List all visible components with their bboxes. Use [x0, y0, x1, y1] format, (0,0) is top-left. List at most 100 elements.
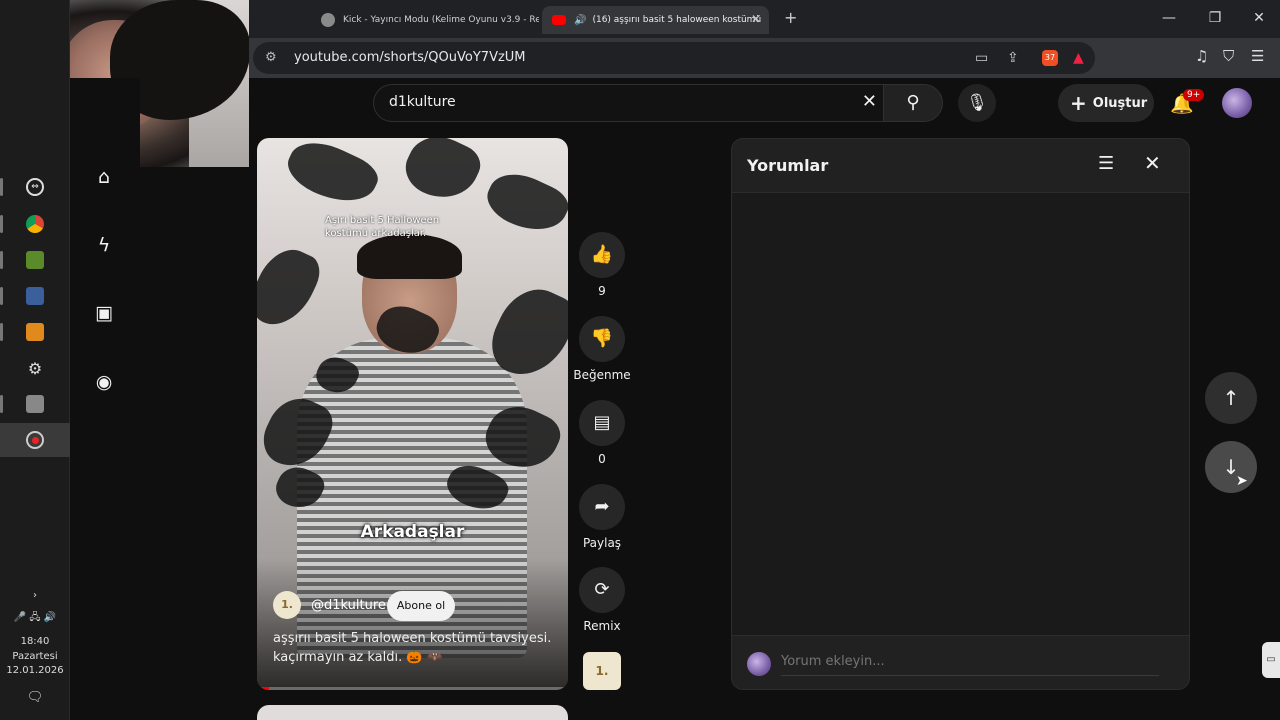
youtube-icon	[552, 15, 566, 25]
menu-icon[interactable]: ☰	[1251, 47, 1264, 65]
home-icon[interactable]: ⌂	[92, 165, 116, 189]
share-arrow-icon[interactable]: ➦	[579, 484, 625, 530]
comment-icon[interactable]: ▤	[579, 400, 625, 446]
tab-youtube[interactable]: 🔊 (16) aşşırıı basit 5 haloween kostümü …	[542, 6, 769, 34]
subscribe-button[interactable]: Abone ol	[387, 591, 455, 621]
address-bar[interactable]: ⚙ youtube.com/shorts/QOuVoY7VzUM ▭ ⇪ 37 …	[253, 42, 1095, 74]
remote-desktop-icon: ⇔	[26, 178, 44, 196]
browser-tab-bar: Kick - Yayıncı Modu (Kelime Oyunu v3.9 -…	[249, 0, 1280, 38]
new-tab-button[interactable]: +	[784, 8, 797, 27]
taskbar-app-chrome[interactable]	[0, 207, 70, 241]
tray-icons[interactable]: 🎤 🖧 🔊	[0, 610, 70, 627]
tab-close-icon[interactable]: ✕	[751, 12, 761, 26]
brave-shields-icon[interactable]: 37	[1042, 50, 1058, 66]
comment-input[interactable]	[781, 654, 1159, 676]
tab-title: Kick - Yayıncı Modu (Kelime Oyunu v3.9 -…	[343, 15, 539, 25]
cast-icon[interactable]: ▭	[975, 50, 988, 66]
video-progress-fill	[257, 687, 270, 690]
mouse-cursor-icon: ➤	[1236, 473, 1248, 489]
plus-icon: +	[1070, 91, 1087, 115]
comments-header: Yorumlar ☰ ✕	[732, 139, 1189, 193]
like-count: 9	[598, 284, 606, 298]
share-action[interactable]: ➦ Paylaş	[578, 484, 626, 550]
thumbs-down-icon[interactable]: 👎	[579, 316, 625, 362]
video-progress-bar[interactable]	[257, 687, 568, 690]
video-top-caption: Aşırı basit 5 Halloween kostümü arkadaşl…	[325, 215, 440, 239]
thumbs-up-icon[interactable]: 👍	[579, 232, 625, 278]
edge-panel-tab[interactable]: ▭	[1262, 642, 1280, 678]
brave-rewards-icon[interactable]: ▲	[1073, 50, 1084, 66]
clock-date: 12.01.2026	[6, 665, 64, 676]
channel-handle[interactable]: @d1kulture	[311, 598, 386, 613]
tray-expand-icon[interactable]: ›	[0, 590, 70, 601]
tab-kick[interactable]: Kick - Yayıncı Modu (Kelime Oyunu v3.9 -…	[311, 6, 539, 34]
share-icon[interactable]: ⇪	[1007, 50, 1019, 66]
file-app-icon	[26, 395, 44, 413]
globe-icon	[321, 13, 335, 27]
taskbar-app-window[interactable]	[0, 279, 70, 313]
search-input[interactable]: d1kulture ✕	[373, 84, 883, 122]
voice-search-button[interactable]: 🎙	[958, 84, 996, 122]
video-description[interactable]: aşşırıı basit 5 haloween kostümü tavsiye…	[273, 629, 553, 667]
restore-button[interactable]: ❐	[1205, 10, 1225, 26]
sound-thumbnail[interactable]: 1.	[583, 652, 621, 690]
chrome-icon	[26, 215, 44, 233]
clock-day: Pazartesi	[12, 651, 58, 662]
create-button[interactable]: + Oluştur	[1058, 84, 1154, 122]
url-text[interactable]: youtube.com/shorts/QOuVoY7VzUM	[294, 50, 526, 65]
comments-list	[732, 193, 1189, 635]
taskbar-app-orange[interactable]	[0, 315, 70, 349]
channel-avatar[interactable]: 1.	[273, 591, 301, 619]
taskbar-app-file[interactable]	[0, 387, 70, 421]
dislike-action[interactable]: 👎 Beğenme	[573, 316, 631, 382]
comments-panel: Yorumlar ☰ ✕	[731, 138, 1190, 690]
subscriptions-icon[interactable]: ▣	[92, 301, 116, 325]
remix-icon[interactable]: ⟳	[579, 567, 625, 613]
next-short-preview[interactable]	[257, 705, 568, 720]
taskbar-app-settings[interactable]: ⚙	[0, 351, 70, 385]
taskbar-app-nvidia[interactable]	[0, 243, 70, 277]
remix-label: Remix	[583, 619, 621, 633]
shorts-video[interactable]: Aşırı basit 5 Halloween kostümü arkadaşl…	[257, 138, 568, 690]
dislike-label: Beğenme	[573, 368, 631, 382]
like-action[interactable]: 👍 9	[578, 232, 626, 298]
comments-title: Yorumlar	[747, 156, 829, 175]
sort-icon[interactable]: ☰	[1098, 153, 1114, 174]
screen: ⇔ ⚙ › 🎤 🖧 🔊 18:40 Pazartesi 12.01.2026 🗨…	[0, 0, 1280, 720]
comments-action[interactable]: ▤ 0	[578, 400, 626, 466]
speaker-icon[interactable]: 🔊	[574, 15, 586, 26]
vpn-shield-icon[interactable]: ⛉	[1223, 47, 1234, 65]
nvidia-icon	[26, 251, 44, 269]
clear-search-icon[interactable]: ✕	[862, 91, 877, 112]
previous-short-button[interactable]: ↑	[1205, 372, 1257, 424]
minimize-button[interactable]: —	[1159, 10, 1179, 26]
remix-action[interactable]: ⟳ Remix	[578, 567, 626, 633]
window-app-icon	[26, 287, 44, 305]
shorts-icon[interactable]: ϟ	[92, 233, 116, 257]
media-icon[interactable]: ♫	[1195, 47, 1208, 65]
mic-icon: 🎙	[966, 93, 988, 113]
video-center-caption: Arkadaşlar	[360, 522, 465, 542]
share-label: Paylaş	[582, 536, 622, 550]
record-app-icon	[26, 431, 44, 449]
notification-badge: 9+	[1183, 89, 1205, 101]
window-close-button[interactable]: ✕	[1249, 10, 1269, 26]
taskbar-app-obs[interactable]	[0, 423, 70, 457]
user-avatar	[747, 652, 771, 676]
create-label: Oluştur	[1092, 95, 1148, 111]
notification-center-icon[interactable]: 🗨	[0, 690, 70, 705]
account-avatar[interactable]	[1222, 88, 1252, 118]
you-icon[interactable]: ◉	[92, 370, 116, 394]
close-icon[interactable]: ✕	[1144, 151, 1161, 175]
taskbar-app-remote[interactable]: ⇔	[0, 170, 70, 204]
search-button[interactable]: ⚲	[883, 84, 943, 122]
browser-toolbar: ⚙ youtube.com/shorts/QOuVoY7VzUM ▭ ⇪ 37 …	[249, 38, 1280, 78]
arrow-up-icon: ↑	[1222, 386, 1240, 410]
youtube-sidebar: ⌂ ϟ ▣ ◉	[70, 78, 140, 720]
next-short-button[interactable]: ↓	[1205, 441, 1257, 493]
search-icon: ⚲	[906, 92, 920, 113]
windows-taskbar: ⇔ ⚙ › 🎤 🖧 🔊 18:40 Pazartesi 12.01.2026 🗨	[0, 0, 70, 720]
search-value: d1kulture	[389, 94, 456, 110]
clock-time[interactable]: 18:40	[0, 636, 70, 647]
site-settings-icon[interactable]: ⚙	[265, 50, 277, 65]
